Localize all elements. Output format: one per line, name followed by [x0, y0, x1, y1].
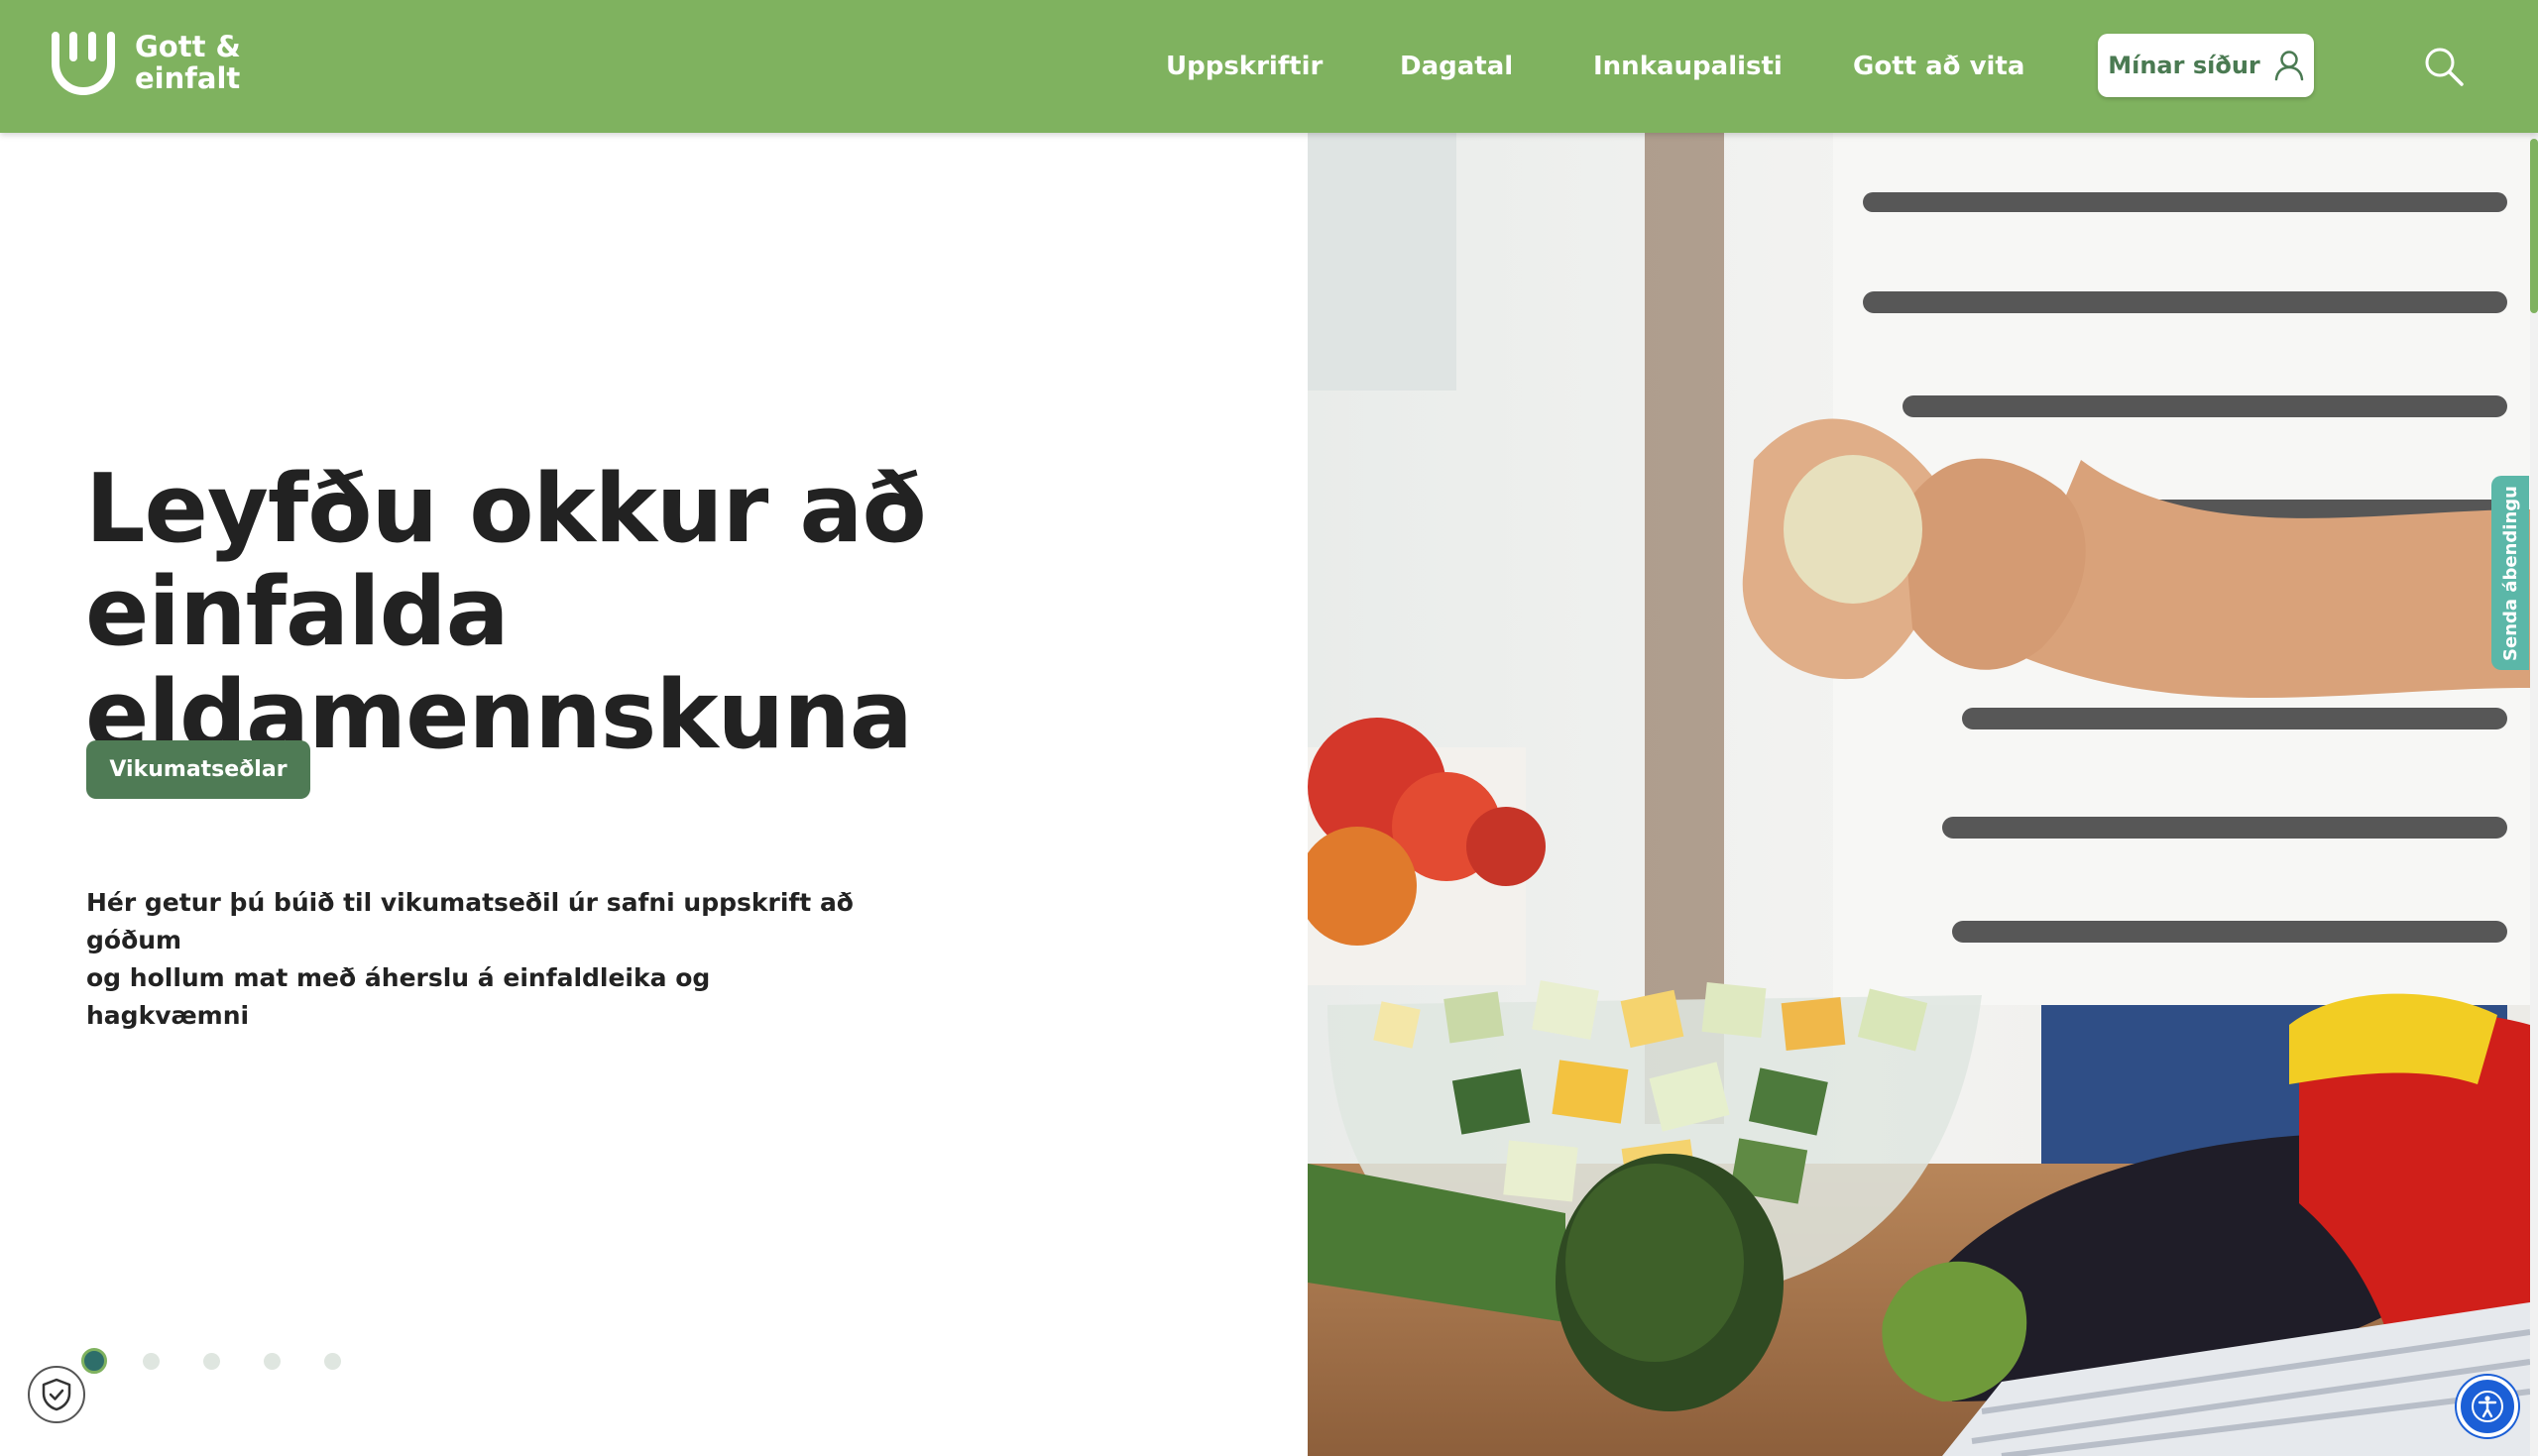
logo-line-2: einfalt — [135, 61, 241, 95]
logo[interactable]: Gott & einfalt — [48, 28, 241, 97]
hero-intro: Hér getur þú búið til vikumatseðil úr sa… — [86, 884, 860, 1035]
privacy-settings-button[interactable] — [28, 1366, 85, 1423]
hero-title-line-1: Leyfðu okkur að einfalda — [85, 455, 927, 667]
site-header: Gott & einfalt Uppskriftir Dagatal Innka… — [0, 0, 2538, 133]
carousel-dot-1[interactable] — [81, 1348, 107, 1374]
weekly-menus-button[interactable]: Vikumatseðlar — [86, 740, 310, 799]
carousel-dot-4[interactable] — [264, 1352, 281, 1370]
logo-line-1: Gott & — [135, 30, 241, 63]
hero-title: Leyfðu okkur að einfalda eldamennskuna — [85, 458, 1225, 767]
shield-check-icon — [42, 1378, 71, 1411]
accessibility-icon — [2472, 1391, 2503, 1422]
carousel-dot-2[interactable] — [143, 1352, 160, 1370]
account-button-label: Mínar síður — [2108, 52, 2260, 79]
hero-image — [1308, 133, 2530, 1456]
carousel-dot-3[interactable] — [203, 1352, 220, 1370]
user-icon — [2274, 51, 2303, 81]
nav-dagatal[interactable]: Dagatal — [1400, 0, 1513, 133]
feedback-tab-label: Senda ábendingu — [2499, 485, 2521, 661]
feedback-tab[interactable]: Senda ábendingu — [2491, 476, 2529, 670]
logo-text: Gott & einfalt — [135, 31, 241, 94]
search-icon[interactable] — [2423, 46, 2465, 87]
nav-innkaupalisti[interactable]: Innkaupalisti — [1593, 0, 1783, 133]
hero-photo-illustration — [1308, 133, 2530, 1456]
page-scrollbar[interactable] — [2530, 133, 2538, 1456]
account-button[interactable]: Mínar síður — [2098, 34, 2314, 97]
nav-uppskriftir[interactable]: Uppskriftir — [1166, 0, 1323, 133]
accessibility-button[interactable] — [2457, 1376, 2518, 1437]
hero-intro-line-2: og hollum mat með áherslu á einfaldleika… — [86, 963, 711, 1030]
logo-mark-icon — [52, 32, 115, 95]
carousel-dots — [81, 1348, 385, 1374]
carousel-dot-5[interactable] — [324, 1352, 341, 1370]
nav-gott-ad-vita[interactable]: Gott að vita — [1853, 0, 2024, 133]
page-scrollbar-thumb[interactable] — [2530, 139, 2538, 313]
hero-intro-line-1: Hér getur þú búið til vikumatseðil úr sa… — [86, 888, 854, 954]
